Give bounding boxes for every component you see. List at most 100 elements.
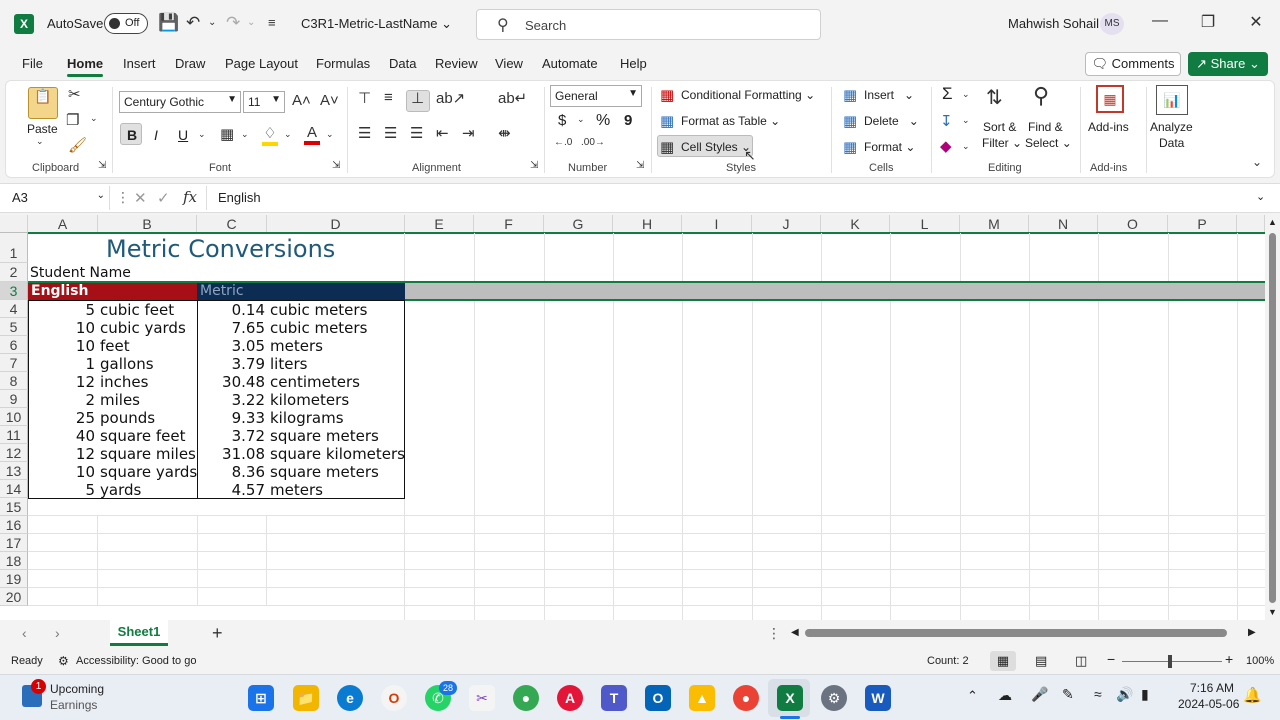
formula-input[interactable]: English xyxy=(218,190,261,205)
align-center-icon[interactable]: ☰ xyxy=(384,124,397,142)
column-header-f[interactable]: F xyxy=(474,215,544,233)
minimize-icon[interactable]: — xyxy=(1145,12,1175,30)
comma-button[interactable]: 9 xyxy=(624,112,632,129)
cut-icon[interactable]: ✂ xyxy=(68,85,81,103)
column-header-g[interactable]: G xyxy=(544,215,613,233)
spreadsheet-grid[interactable]: A B C D E F G H I J K L M N O P 1 2 3 4 … xyxy=(0,215,1265,620)
metric-unit-cell[interactable]: liters xyxy=(270,355,404,373)
sort-filter-label[interactable]: Sort & xyxy=(983,120,1016,134)
row-header[interactable]: 13 xyxy=(0,462,28,480)
metric-unit-cell[interactable]: centimeters xyxy=(270,373,404,391)
metric-amount-cell[interactable]: 3.72 xyxy=(197,427,265,445)
borders-dropdown-icon[interactable]: ⌄ xyxy=(241,129,249,140)
english-amount-cell[interactable]: 25 xyxy=(28,409,95,427)
clear-icon[interactable]: ◆ xyxy=(940,137,952,155)
fill-icon[interactable]: ↧ xyxy=(940,112,953,130)
more-options-icon[interactable]: ⋮ xyxy=(767,625,781,642)
add-sheet-button[interactable]: + xyxy=(212,623,223,644)
tab-page-layout[interactable]: Page Layout xyxy=(225,56,298,71)
wifi-icon[interactable]: ≈ xyxy=(1094,686,1102,702)
microphone-icon[interactable]: 🎤 xyxy=(1031,686,1048,703)
autosave-toggle[interactable]: Off xyxy=(104,13,148,34)
paste-icon[interactable]: 📋 xyxy=(28,87,58,119)
underline-dropdown-icon[interactable]: ⌄ xyxy=(198,129,206,140)
pen-icon[interactable]: ✎ xyxy=(1062,686,1074,703)
chrome-icon[interactable]: ● xyxy=(513,685,539,711)
name-box[interactable]: A3 ⌄ xyxy=(6,186,110,210)
metric-unit-cell[interactable]: square meters xyxy=(270,463,404,481)
redo-icon[interactable]: ↷ xyxy=(226,13,240,33)
outlook-icon[interactable]: O xyxy=(645,685,671,711)
orientation-icon[interactable]: ab↗ xyxy=(436,89,465,107)
share-button[interactable]: ↗ Share ⌄ xyxy=(1188,52,1268,76)
metric-amount-cell[interactable]: 30.48 xyxy=(197,373,265,391)
currency-dropdown-icon[interactable]: ⌄ xyxy=(577,114,585,125)
fill-color-dropdown-icon[interactable]: ⌄ xyxy=(284,129,292,140)
row-header[interactable]: 10 xyxy=(0,408,28,426)
english-unit-cell[interactable]: cubic feet xyxy=(100,301,197,319)
insert-function-icon[interactable]: fx xyxy=(183,188,197,206)
column-header-i[interactable]: I xyxy=(682,215,752,233)
tab-automate[interactable]: Automate xyxy=(542,56,598,71)
italic-button[interactable]: I xyxy=(154,127,158,143)
row-header[interactable]: 11 xyxy=(0,426,28,444)
borders-icon[interactable]: ▦ xyxy=(220,125,234,143)
column-header-p[interactable]: P xyxy=(1168,215,1237,233)
row-header[interactable]: 1 xyxy=(0,233,28,263)
sheet-tab-sheet1[interactable]: Sheet1 xyxy=(110,620,168,646)
merge-center-icon[interactable]: ⇼ xyxy=(498,124,511,142)
english-unit-cell[interactable]: cubic yards xyxy=(100,319,197,337)
find-select-label[interactable]: Find & xyxy=(1028,120,1063,134)
notification-bell-icon[interactable]: 🔔 xyxy=(1243,686,1262,704)
metric-unit-cell[interactable]: meters xyxy=(270,481,404,499)
english-unit-cell[interactable]: square feet xyxy=(100,427,197,445)
increase-indent-icon[interactable]: ⇥ xyxy=(462,124,475,142)
expand-formula-icon[interactable]: ⌄ xyxy=(1256,190,1265,203)
column-header-k[interactable]: K xyxy=(821,215,890,233)
scroll-left-icon[interactable]: ◀ xyxy=(791,627,799,638)
metric-amount-cell[interactable]: 9.33 xyxy=(197,409,265,427)
fill-dropdown-icon[interactable]: ⌄ xyxy=(962,115,970,126)
onedrive-icon[interactable]: ☁ xyxy=(998,687,1012,704)
english-amount-cell[interactable]: 40 xyxy=(28,427,95,445)
acrobat-icon[interactable]: A xyxy=(557,685,583,711)
row-header[interactable]: 17 xyxy=(0,534,28,552)
prev-sheet-icon[interactable]: ‹ xyxy=(22,625,27,641)
file-explorer-icon[interactable]: 📁 xyxy=(293,685,319,711)
increase-font-icon[interactable]: A˄ xyxy=(292,92,311,109)
normal-view-icon[interactable]: ▦ xyxy=(990,651,1016,671)
volume-icon[interactable]: 🔊 xyxy=(1116,686,1133,703)
english-amount-cell[interactable]: 1 xyxy=(28,355,95,373)
metric-amount-cell[interactable]: 7.65 xyxy=(197,319,265,337)
sort-filter-label-2[interactable]: Filter ⌄ xyxy=(982,136,1022,150)
accessibility-icon[interactable]: ⚙ xyxy=(58,654,69,668)
edge-icon[interactable]: e xyxy=(337,685,363,711)
start-icon[interactable]: ⊞ xyxy=(248,685,274,711)
english-unit-cell[interactable]: square yards xyxy=(100,463,197,481)
zoom-slider-track[interactable] xyxy=(1122,661,1222,662)
metric-unit-cell[interactable]: cubic meters xyxy=(270,301,404,319)
header-metric-cell[interactable]: Metric xyxy=(200,283,244,299)
autosum-button[interactable]: Σ xyxy=(942,84,953,104)
analyze-data-label[interactable]: Analyze xyxy=(1150,120,1193,134)
select-all-corner[interactable] xyxy=(0,215,28,233)
row-header[interactable]: 9 xyxy=(0,390,28,408)
column-header-d[interactable]: D xyxy=(267,215,405,233)
metric-unit-cell[interactable]: square meters xyxy=(270,427,404,445)
align-right-icon[interactable]: ☰ xyxy=(410,124,423,142)
tab-help[interactable]: Help xyxy=(620,56,647,71)
metric-unit-cell[interactable]: cubic meters xyxy=(270,319,404,337)
row-header[interactable]: 19 xyxy=(0,570,28,588)
format-as-table-button[interactable]: Format as Table ⌄ xyxy=(681,114,780,128)
row-header[interactable]: 7 xyxy=(0,354,28,372)
row-header[interactable]: 15 xyxy=(0,498,28,516)
tab-review[interactable]: Review xyxy=(435,56,478,71)
tab-insert[interactable]: Insert xyxy=(123,56,156,71)
row-header[interactable]: 14 xyxy=(0,480,28,498)
vertical-scrollbar[interactable]: ▲ ▼ xyxy=(1266,215,1280,620)
metric-amount-cell[interactable]: 4.57 xyxy=(197,481,265,499)
row-header[interactable]: 20 xyxy=(0,588,28,606)
row-header[interactable]: 8 xyxy=(0,372,28,390)
fill-color-icon[interactable]: ♢ xyxy=(262,124,278,146)
chevron-up-icon[interactable]: ⌃ xyxy=(967,688,978,704)
